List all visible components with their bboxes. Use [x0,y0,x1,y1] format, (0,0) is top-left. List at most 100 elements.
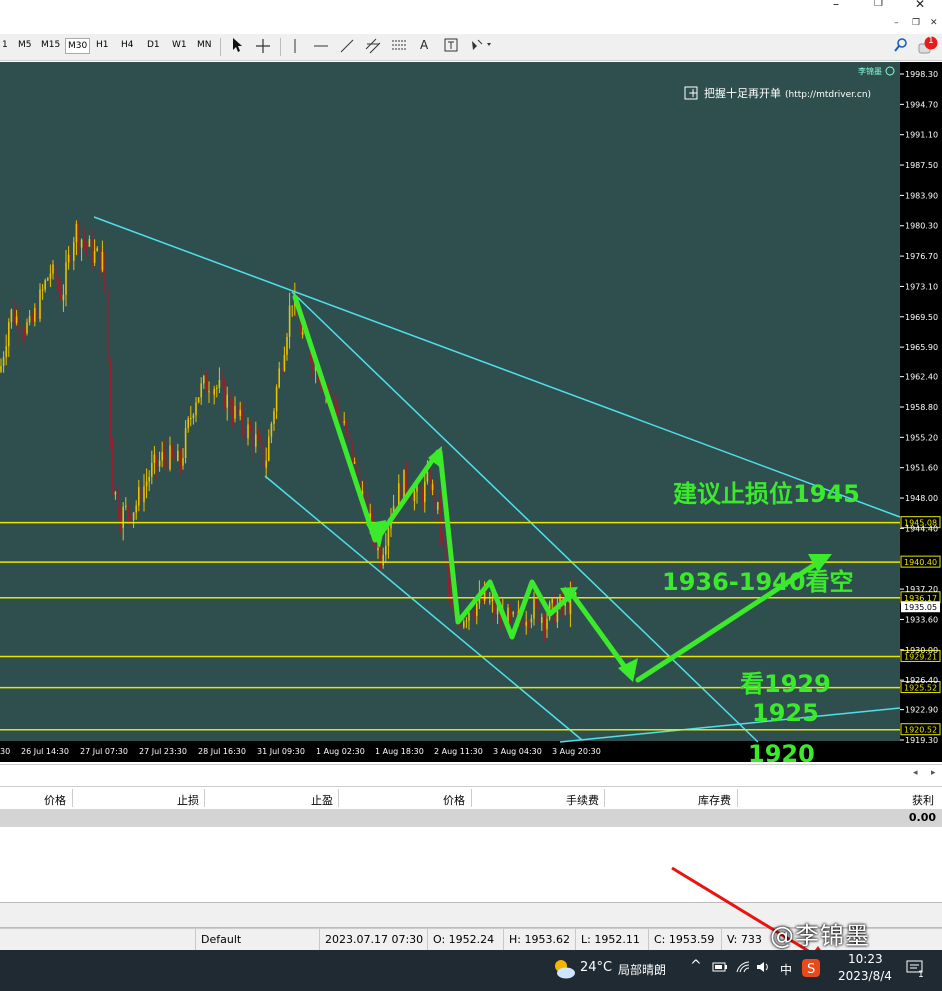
candle-body [236,405,239,416]
column-take-profit[interactable]: 止盈 [311,792,333,808]
timeframe-1[interactable]: 1 [2,40,8,50]
minimize-button[interactable]: – [833,0,839,11]
price-tick-label: 1948.00 [905,494,938,503]
volume-icon[interactable] [756,961,772,976]
column-price[interactable]: 价格 [44,792,66,808]
show-hidden-icons-icon[interactable]: ^ [690,958,702,974]
fibonacci-icon[interactable] [391,38,407,57]
wifi-icon[interactable] [736,961,750,976]
status-low: L: 1952.11 [575,929,649,951]
horizontal-line-icon[interactable] [314,39,328,56]
child-minimize-button[interactable]: – [894,18,899,28]
timeframe-d1[interactable]: D1 [147,40,160,50]
candle-body [187,418,189,429]
timeframe-m5[interactable]: M5 [18,40,32,50]
candle-body [470,613,473,616]
candle-body [15,316,18,324]
total-profit: 0.00 [908,811,936,824]
candle-body [156,454,158,467]
candle-body [247,424,249,439]
candle-body [65,262,67,295]
price-tick-label: 1980.30 [905,222,938,231]
candle-body [538,604,540,623]
candle-body [80,239,83,248]
column-swap[interactable]: 库存费 [698,792,731,808]
timeframe-h4[interactable]: H4 [121,40,134,50]
candle-body [44,280,46,290]
scroll-left-icon[interactable]: ◂ [913,768,918,778]
search-icon[interactable] [894,38,908,55]
candle-body [333,394,335,407]
weather-icon[interactable] [552,957,576,984]
sogou-input-icon[interactable]: S [802,959,820,980]
candle-body [75,223,78,243]
timeframe-w1[interactable]: W1 [172,40,187,50]
candle-body [431,484,434,490]
chart-scrollbar[interactable]: ◂ ▸ [0,764,942,785]
column-profit[interactable]: 获利 [912,792,934,808]
candle-body [132,512,135,520]
action-center-count: 1 [918,970,924,980]
candle-body [281,368,283,371]
clock-time[interactable]: 10:23 [848,952,883,966]
column-commission[interactable]: 手续费 [566,792,599,808]
candle-body [88,239,91,247]
candle-body [130,513,132,520]
candle-body [36,307,39,319]
candle-body [353,461,356,464]
column-current-price[interactable]: 价格 [443,792,465,808]
label-icon[interactable] [444,38,458,55]
child-close-button[interactable]: ✕ [930,18,938,28]
child-restore-button[interactable]: ❐ [912,18,920,28]
indicator-url[interactable]: (http://mtdriver.cn) [785,90,871,100]
profile-name: Default [195,929,316,951]
corner-label: 李锦墨 [858,66,882,76]
crosshair-icon[interactable] [256,39,270,56]
clock-date[interactable]: 2023/8/4 [838,969,892,983]
close-button[interactable]: ✕ [915,0,925,11]
trendline-icon[interactable] [340,39,354,56]
candle-body [489,600,491,603]
candle-body [177,450,179,461]
candle-body [104,251,106,290]
svg-text:S: S [807,962,815,977]
vertical-line-icon[interactable] [293,39,297,56]
candle-body [541,617,543,623]
candle-body [255,434,257,447]
weather-temperature[interactable]: 24°C [580,960,612,975]
column-stop-loss[interactable]: 止损 [177,792,199,808]
candle-body [234,405,236,419]
candle-body [62,294,65,301]
channel-icon[interactable] [365,38,381,57]
notification-count: 1 [928,36,934,46]
restore-button[interactable]: ❐ [874,0,883,9]
candle-body [26,322,28,334]
notification-icon[interactable]: 1 [917,35,939,60]
candle-body [473,615,475,617]
timeframe-m15[interactable]: M15 [41,40,60,50]
shapes-icon[interactable] [470,38,494,55]
candle-body [41,289,44,291]
child-window-controls: – ❐ ✕ [880,14,942,34]
candle-body [135,505,137,513]
candle-body [8,322,10,347]
text-icon[interactable]: A [420,38,428,52]
status-open: O: 1952.24 [427,929,500,951]
candle-body [515,612,517,616]
timeframe-mn[interactable]: MN [197,40,212,50]
timeframe-h1[interactable]: H1 [96,40,109,50]
candle-body [28,316,31,323]
input-method-indicator[interactable]: 中 [780,961,792,978]
candle-body [439,501,442,532]
battery-icon[interactable] [712,962,728,976]
weather-description[interactable]: 局部晴朗 [618,961,666,978]
price-tick-label: 1965.90 [905,343,938,352]
candle-body [346,421,348,432]
windows-taskbar: 24°C 局部晴朗 ^ 中 S 10:23 2023/8/4 1 [0,950,942,991]
candle-body [145,481,148,487]
price-chart[interactable]: 1945.081940.401936.171929.211925.521920.… [0,62,942,762]
timeframe-m30[interactable]: M30 [65,38,91,54]
scroll-right-icon[interactable]: ▸ [931,768,936,778]
candle-body [192,415,195,419]
cursor-icon[interactable] [231,37,243,56]
